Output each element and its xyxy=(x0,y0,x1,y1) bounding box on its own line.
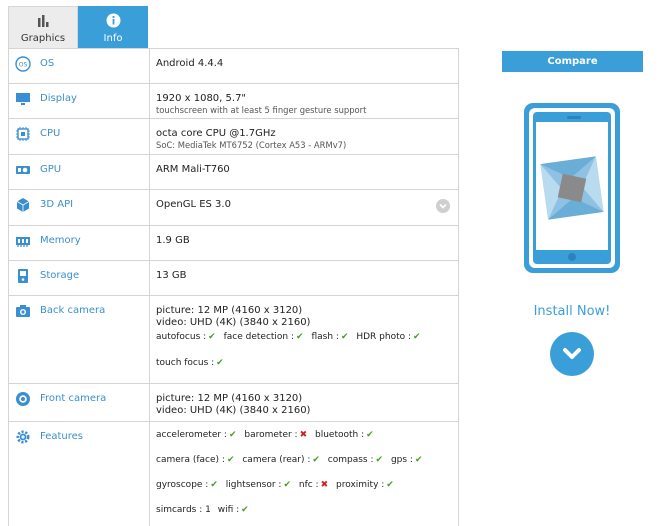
check-icon: ✔ xyxy=(226,455,235,465)
feature-name: simcards : 1 xyxy=(156,505,211,515)
cpu-chip-icon xyxy=(16,127,30,141)
spec-value: OpenGL ES 3.0 xyxy=(156,199,231,210)
info-icon xyxy=(106,13,120,28)
check-icon: ✔ xyxy=(216,358,224,368)
spec-row-front-camera: Front camera picture: 12 MP (4160 x 3120… xyxy=(9,384,458,422)
feature-name: touch focus : xyxy=(156,358,215,368)
feature-name: wifi : xyxy=(217,505,240,515)
spec-subvalue: SoC: MediaTek MT6752 (Cortex A53 - ARMv7… xyxy=(156,140,347,150)
spec-row-storage: Storage 13 GB xyxy=(9,261,458,296)
feature-name: HDR photo : xyxy=(356,332,412,342)
check-icon: ✔ xyxy=(208,332,216,342)
check-icon: ✔ xyxy=(414,455,423,465)
check-icon: ✔ xyxy=(210,480,218,490)
feature-name: barometer : xyxy=(244,430,298,440)
spec-label: Back camera xyxy=(40,305,106,316)
feature-name: gyroscope : xyxy=(156,480,209,490)
chevron-down-icon xyxy=(563,348,581,359)
feature-name: camera (face) : xyxy=(156,455,225,465)
feature-line: accelerometer : ✔ barometer : ✖ bluetooth … xyxy=(156,429,458,441)
os-icon: OS xyxy=(15,56,31,72)
spec-value: ARM Mali-T760 xyxy=(156,164,230,175)
feature-line: camera (face) : ✔ camera (rear) : ✔ compas… xyxy=(156,454,458,466)
feature-name: gps : xyxy=(390,455,413,465)
feature-line: gyroscope : ✔ lightsensor : ✔ nfc : ✖ proxi… xyxy=(156,479,458,491)
feature-name: face detection : xyxy=(223,332,295,342)
spec-label: Features xyxy=(40,431,83,442)
spec-label: Display xyxy=(40,93,77,104)
spec-row-memory: Memory 1.9 GB xyxy=(9,226,458,261)
feature-name: proximity : xyxy=(336,480,385,490)
spec-value: Android 4.4.4 xyxy=(156,58,224,69)
tab-info[interactable]: Info xyxy=(78,6,148,48)
front-camera-icon xyxy=(16,392,30,406)
spec-value: 1920 x 1080, 5.7" xyxy=(156,93,247,104)
camera-feature-list: autofocus : ✔ face detection : ✔ flash : ✔ … xyxy=(156,331,458,343)
spec-row-os: OS OS Android 4.4.4 xyxy=(9,49,458,84)
spec-row-3d-api: 3D API OpenGL ES 3.0 xyxy=(9,190,458,226)
spec-subvalue: touchscreen with at least 5 finger gestu… xyxy=(156,105,367,115)
check-icon: ✔ xyxy=(228,430,237,440)
cube-icon xyxy=(16,198,30,212)
spec-value: 1.9 GB xyxy=(156,235,190,246)
spec-row-back-camera: Back camera picture: 12 MP (4160 x 3120)… xyxy=(9,296,458,384)
compare-button[interactable]: Compare xyxy=(502,51,643,72)
spec-label: OS xyxy=(40,58,55,69)
spec-row-gpu: GPU ARM Mali-T760 xyxy=(9,155,458,190)
feature-name: flash : xyxy=(311,332,339,342)
check-icon: ✔ xyxy=(241,505,249,515)
spec-row-display: Display 1920 x 1080, 5.7" touchscreen wi… xyxy=(9,84,458,119)
feature-name: bluetooth : xyxy=(315,430,365,440)
check-icon: ✔ xyxy=(283,480,291,490)
download-button[interactable] xyxy=(550,332,594,376)
install-now-label[interactable]: Install Now! xyxy=(516,304,628,319)
check-icon: ✔ xyxy=(386,480,394,490)
gpu-card-icon xyxy=(16,166,30,174)
spec-label: CPU xyxy=(40,128,61,139)
expand-dropdown-button[interactable] xyxy=(436,199,450,213)
spec-value: 13 GB xyxy=(156,270,187,281)
tab-info-label: Info xyxy=(103,33,123,44)
tab-graphics-label: Graphics xyxy=(20,33,66,44)
storage-icon xyxy=(18,269,28,283)
spec-label: Storage xyxy=(40,270,80,281)
monitor-icon xyxy=(16,93,30,105)
spec-label: Front camera xyxy=(40,393,107,404)
feature-line: simcards : 1 wifi : ✔ xyxy=(156,504,458,516)
phone-illustration xyxy=(524,103,620,273)
gear-icon xyxy=(16,430,30,444)
check-icon: ✔ xyxy=(366,430,374,440)
check-icon: ✔ xyxy=(296,332,304,342)
feature-name: lightsensor : xyxy=(225,480,282,490)
spec-row-features: Features accelerometer : ✔ barometer : ✖ b… xyxy=(9,422,458,526)
cross-icon: ✖ xyxy=(299,430,308,440)
spec-label: Memory xyxy=(40,235,81,246)
feature-name: accelerometer : xyxy=(156,430,227,440)
svg-text:OS: OS xyxy=(19,62,28,69)
feature-name: autofocus : xyxy=(156,332,207,342)
cross-icon: ✖ xyxy=(320,480,329,490)
check-icon: ✔ xyxy=(413,332,421,342)
check-icon: ✔ xyxy=(312,455,320,465)
chevron-down-icon xyxy=(439,203,447,209)
feature-name: nfc : xyxy=(298,480,319,490)
camera-video: video: UHD (4K) (3840 x 2160) xyxy=(156,317,311,328)
feature-name: camera (rear) : xyxy=(242,455,311,465)
specs-table: OS OS Android 4.4.4 Display 1920 x 1080,… xyxy=(8,48,459,526)
spec-row-cpu: CPU octa core CPU @1.7GHz SoC: MediaTek … xyxy=(9,119,458,155)
feature-name: compass : xyxy=(327,455,374,465)
tab-bar: Graphics Info xyxy=(8,6,148,48)
check-icon: ✔ xyxy=(340,332,349,342)
camera-picture: picture: 12 MP (4160 x 3120) xyxy=(156,393,303,404)
spec-value: octa core CPU @1.7GHz xyxy=(156,128,276,139)
camera-picture: picture: 12 MP (4160 x 3120) xyxy=(156,305,303,316)
camera-icon xyxy=(16,305,30,317)
spec-label: GPU xyxy=(40,164,62,175)
bar-chart-icon xyxy=(38,15,49,27)
check-icon: ✔ xyxy=(375,455,384,465)
camera-video: video: UHD (4K) (3840 x 2160) xyxy=(156,405,311,416)
spec-label: 3D API xyxy=(40,199,74,210)
memory-icon xyxy=(16,237,30,247)
tab-graphics[interactable]: Graphics xyxy=(8,6,78,48)
